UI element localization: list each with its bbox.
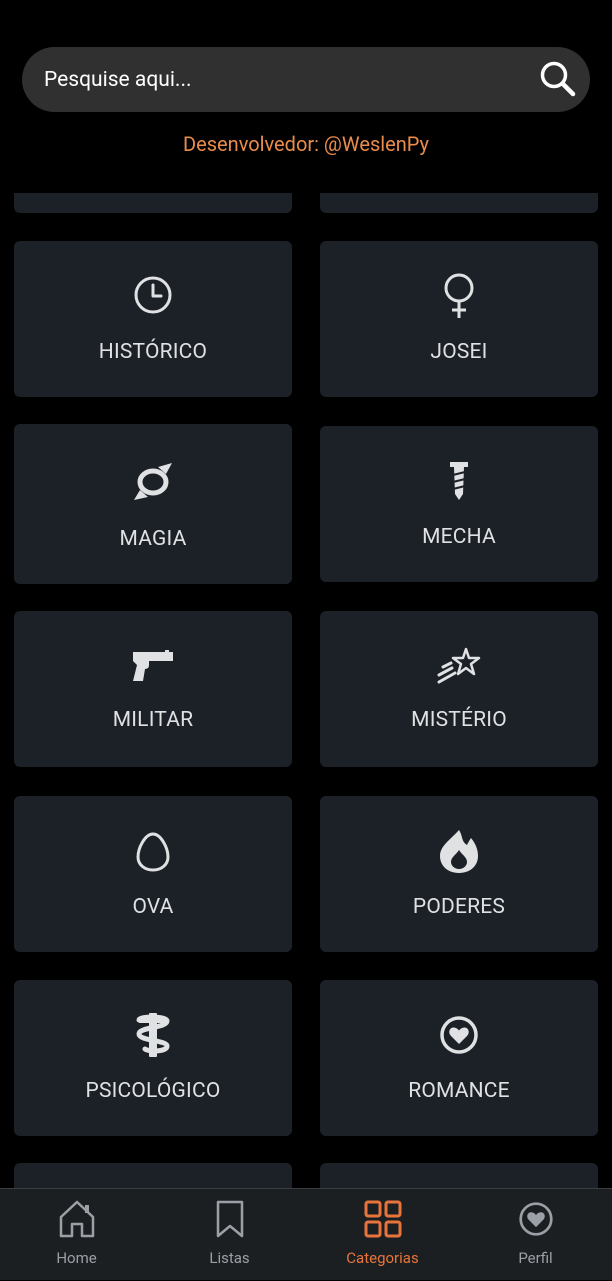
search-icon[interactable] bbox=[538, 59, 578, 99]
staff-of-hermes-icon bbox=[14, 1012, 292, 1058]
category-card-militar[interactable]: MILITAR bbox=[14, 611, 292, 767]
nav-label: Home bbox=[56, 1249, 97, 1267]
home-icon bbox=[0, 1199, 153, 1239]
nav-listas[interactable]: Listas bbox=[153, 1189, 306, 1281]
category-label: MAGIA bbox=[119, 527, 187, 551]
bottom-navigation: Home Listas Categorias Perfil bbox=[0, 1188, 612, 1280]
category-card-romance[interactable]: ROMANCE bbox=[320, 980, 598, 1136]
fire-icon bbox=[320, 828, 598, 874]
search-bar[interactable]: Pesquise aqui... bbox=[22, 47, 590, 112]
category-card-magia[interactable]: MAGIA bbox=[14, 424, 292, 584]
category-label: PSICOLÓGICO bbox=[85, 1079, 221, 1103]
category-card-partial[interactable] bbox=[320, 1163, 598, 1189]
bookmark-icon bbox=[153, 1199, 306, 1239]
category-grid: HISTÓRICO JOSEI MAGIA MECHA MILITAR MIST… bbox=[0, 193, 612, 1189]
clock-icon bbox=[14, 275, 292, 315]
category-card-poderes[interactable]: PODERES bbox=[320, 796, 598, 952]
egg-icon bbox=[14, 832, 292, 872]
category-label: JOSEI bbox=[430, 340, 488, 364]
nav-label: Listas bbox=[209, 1249, 250, 1267]
category-card-historico[interactable]: HISTÓRICO bbox=[14, 241, 292, 397]
nav-label: Categorias bbox=[346, 1249, 419, 1267]
category-label: MECHA bbox=[422, 525, 496, 549]
category-label: MILITAR bbox=[112, 708, 194, 732]
shooting-star-icon bbox=[320, 647, 598, 685]
nav-label: Perfil bbox=[518, 1249, 553, 1267]
pistol-icon bbox=[14, 649, 292, 683]
category-label: ROMANCE bbox=[408, 1079, 510, 1103]
category-label: HISTÓRICO bbox=[98, 340, 208, 364]
female-symbol-icon bbox=[320, 272, 598, 320]
developer-credit: Desenvolvedor: @WeslenPy bbox=[182, 132, 429, 156]
heart-circle-icon bbox=[320, 1015, 598, 1055]
search-input[interactable]: Pesquise aqui... bbox=[44, 66, 192, 94]
category-card-partial[interactable] bbox=[320, 193, 598, 213]
nav-categorias[interactable]: Categorias bbox=[306, 1189, 459, 1281]
category-card-josei[interactable]: JOSEI bbox=[320, 241, 598, 397]
category-card-partial[interactable] bbox=[14, 1163, 292, 1189]
grid-icon bbox=[306, 1199, 459, 1239]
nav-perfil[interactable]: Perfil bbox=[459, 1189, 612, 1281]
category-label: OVA bbox=[132, 895, 174, 919]
magic-swirl-icon bbox=[14, 460, 292, 502]
screw-icon bbox=[320, 462, 598, 500]
category-label: MISTÉRIO bbox=[411, 708, 507, 732]
nav-home[interactable]: Home bbox=[0, 1189, 153, 1281]
category-card-partial[interactable] bbox=[14, 193, 292, 213]
category-card-psicologico[interactable]: PSICOLÓGICO bbox=[14, 980, 292, 1136]
category-card-mecha[interactable]: MECHA bbox=[320, 426, 598, 582]
heart-circle-icon bbox=[459, 1201, 612, 1237]
category-label: PODERES bbox=[412, 895, 506, 919]
category-card-ova[interactable]: OVA bbox=[14, 796, 292, 952]
category-card-misterio[interactable]: MISTÉRIO bbox=[320, 611, 598, 767]
